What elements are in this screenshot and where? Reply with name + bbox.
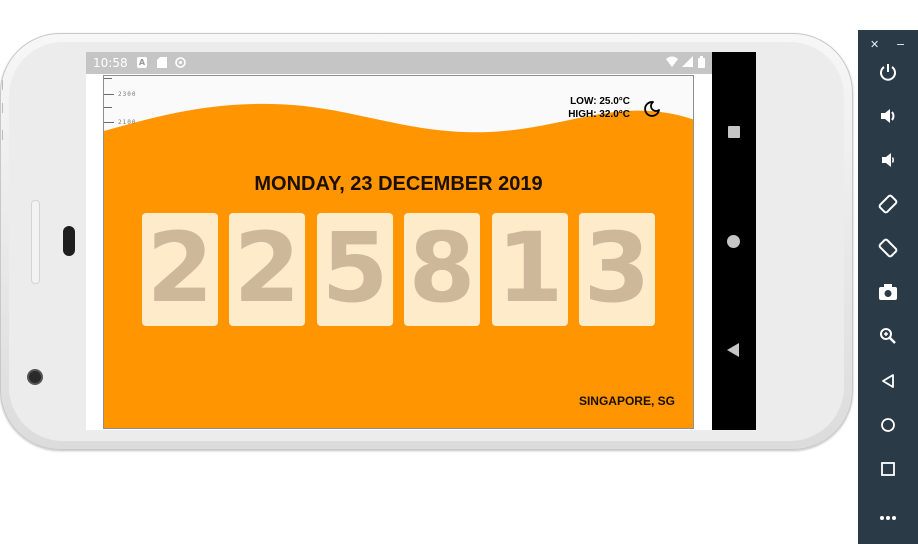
edge-mark xyxy=(2,80,3,90)
hour-ones-card: 2 xyxy=(229,213,305,326)
camera-icon[interactable] xyxy=(874,282,902,310)
device-screen: 10:58 A 2300 2100 LOW: 25.0°C HIGH: 32.0 xyxy=(86,52,756,430)
recent-apps-button[interactable] xyxy=(728,126,740,138)
home-button[interactable] xyxy=(727,235,740,248)
navigation-bar xyxy=(712,52,756,430)
signal-icon xyxy=(682,56,693,70)
sync-icon xyxy=(175,57,186,68)
ruler-tick xyxy=(104,122,114,123)
overview-icon[interactable] xyxy=(874,458,902,486)
a-icon: A xyxy=(137,57,147,68)
more-icon[interactable] xyxy=(874,502,902,530)
edge-mark xyxy=(2,130,3,140)
date-label: MONDAY, 23 DECEMBER 2019 xyxy=(254,173,543,195)
minute-tens-card: 5 xyxy=(317,213,393,326)
location-label: SINGAPORE, SG xyxy=(578,394,675,408)
ruler-tick xyxy=(104,107,112,108)
ruler-tick xyxy=(104,94,114,95)
digit: 1 xyxy=(496,212,564,324)
status-bar: 10:58 A xyxy=(86,52,712,74)
volume-up-icon[interactable] xyxy=(874,106,902,134)
side-slot xyxy=(31,200,40,284)
moon-icon xyxy=(644,101,660,117)
back-icon[interactable] xyxy=(874,370,902,398)
sd-card-icon xyxy=(157,57,167,68)
volume-down-icon[interactable] xyxy=(874,150,902,178)
status-time: 10:58 xyxy=(93,56,128,70)
digit: 3 xyxy=(583,212,651,324)
rotate-right-icon[interactable] xyxy=(874,238,902,266)
rotate-left-icon[interactable] xyxy=(874,194,902,222)
battery-icon xyxy=(698,56,705,71)
ruler-label: 2100 xyxy=(118,119,137,126)
digit: 2 xyxy=(233,212,301,324)
emulator-toolbar: ✕ − xyxy=(858,30,918,544)
wifi-icon xyxy=(666,56,678,70)
digit: 8 xyxy=(408,212,476,324)
front-camera xyxy=(27,369,43,385)
second-tens-card: 1 xyxy=(492,213,568,326)
ruler-tick xyxy=(104,78,112,79)
high-temperature: HIGH: 32.0°C xyxy=(568,109,630,120)
edge-mark xyxy=(2,103,3,113)
digit: 2 xyxy=(146,212,214,324)
minute-ones-card: 8 xyxy=(404,213,480,326)
clock-app: 2300 2100 LOW: 25.0°C HIGH: 32.0°C MONDA… xyxy=(103,75,694,429)
close-icon[interactable]: ✕ xyxy=(870,38,879,51)
zoom-icon[interactable] xyxy=(874,326,902,354)
minimize-icon[interactable]: − xyxy=(896,38,905,51)
digit: 5 xyxy=(321,212,389,324)
weather-info: LOW: 25.0°C HIGH: 32.0°C xyxy=(568,95,630,121)
power-icon[interactable] xyxy=(874,62,902,90)
ruler-label: 2300 xyxy=(118,91,137,98)
low-temperature: LOW: 25.0°C xyxy=(570,96,630,107)
back-button[interactable] xyxy=(727,343,739,357)
second-ones-card: 3 xyxy=(579,213,655,326)
home-icon[interactable] xyxy=(874,414,902,442)
hour-tens-card: 2 xyxy=(142,213,218,326)
speaker-grille xyxy=(63,226,75,256)
